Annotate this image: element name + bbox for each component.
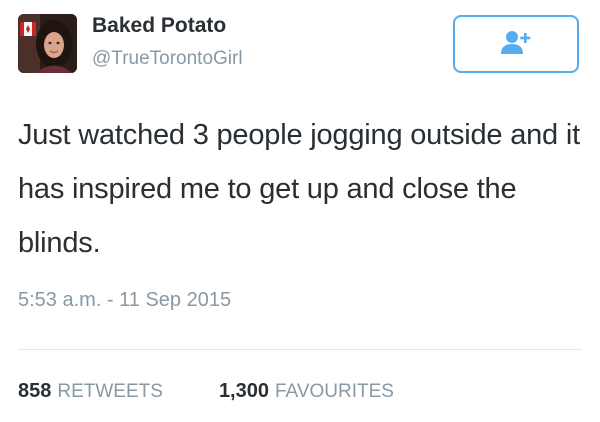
favourites-count: 1,300 bbox=[218, 380, 269, 402]
retweets-count: 858 bbox=[18, 380, 52, 402]
retweets-label: RETWEETS bbox=[57, 381, 163, 402]
retweets-stat[interactable]: 858 RETWEETS bbox=[18, 380, 163, 403]
tweet-card: Baked Potato @TrueTorontoGirl Just watch… bbox=[0, 0, 600, 422]
display-name[interactable]: Baked Potato bbox=[92, 14, 226, 38]
favourites-label: FAVOURITES bbox=[275, 381, 394, 402]
divider bbox=[18, 349, 582, 350]
avatar-image bbox=[18, 14, 77, 73]
tweet-timestamp[interactable]: 5:53 a.m. - 11 Sep 2015 bbox=[18, 289, 231, 312]
favourites-stat[interactable]: 1,300 FAVOURITES bbox=[219, 380, 394, 403]
tweet-text: Just watched 3 people jogging outside an… bbox=[18, 119, 580, 259]
follow-button[interactable] bbox=[453, 15, 579, 73]
avatar[interactable] bbox=[18, 14, 77, 73]
follow-user-icon bbox=[499, 29, 533, 60]
user-handle[interactable]: @TrueTorontoGirl bbox=[92, 48, 243, 70]
tweet-stats: 858 RETWEETS 1,300 FAVOURITES bbox=[18, 380, 394, 403]
